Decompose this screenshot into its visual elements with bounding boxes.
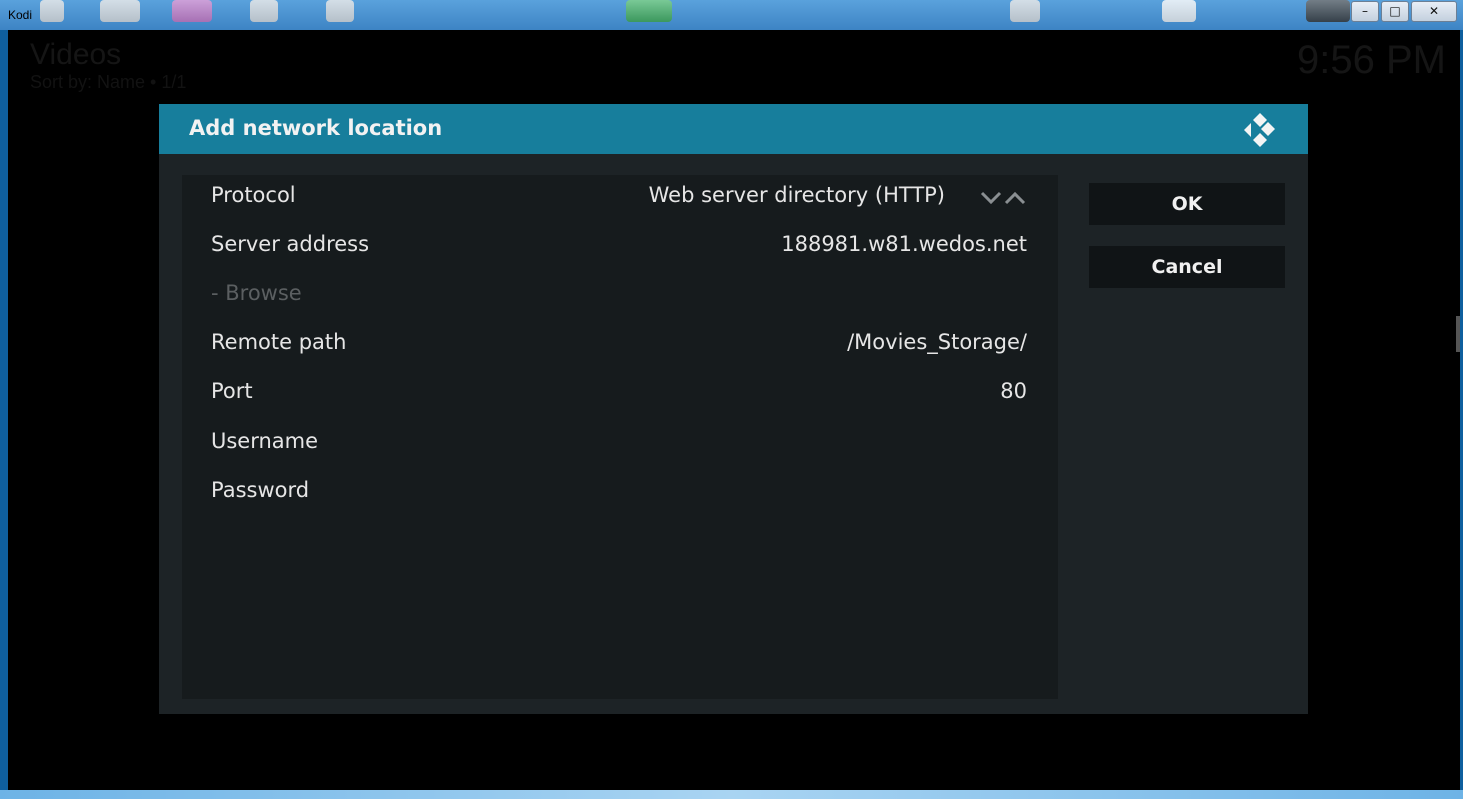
cancel-button[interactable]: Cancel xyxy=(1089,246,1285,288)
window-title-bar[interactable]: Kodi – □ ✕ xyxy=(0,0,1463,30)
kodi-logo-icon xyxy=(1244,113,1275,147)
password-label: Password xyxy=(211,478,310,502)
spin-control-icon[interactable] xyxy=(980,191,1028,205)
port-value: 80 xyxy=(1000,379,1027,403)
remote-path-value: /Movies_Storage/ xyxy=(847,330,1027,354)
server-address-label: Server address xyxy=(211,232,370,256)
setting-row-password[interactable]: Password xyxy=(182,470,1058,516)
settings-list: Protocol Web server directory (HTTP) Ser… xyxy=(182,175,1058,699)
close-button[interactable]: ✕ xyxy=(1411,1,1457,22)
add-network-location-dialog: Add network location Protocol Web server… xyxy=(159,104,1308,714)
setting-row-server-address[interactable]: Server address 188981.w81.wedos.net xyxy=(182,224,1058,270)
setting-row-port[interactable]: Port 80 xyxy=(182,371,1058,417)
scrollbar-handle[interactable] xyxy=(1456,316,1460,352)
protocol-value: Web server directory (HTTP) xyxy=(648,183,945,207)
background-clock: 9:56 PM xyxy=(1297,38,1446,82)
background-section-title: Videos xyxy=(30,38,122,71)
dialog-title: Add network location xyxy=(189,116,443,140)
window-controls: – □ ✕ xyxy=(1349,1,1457,22)
browse-label: - Browse xyxy=(211,281,302,305)
window-title: Kodi xyxy=(8,8,33,22)
ok-button[interactable]: OK xyxy=(1089,183,1285,225)
maximize-button[interactable]: □ xyxy=(1381,1,1409,22)
desktop-icon-5 xyxy=(326,0,354,22)
background-sort-info: Sort by: Name • 1/1 xyxy=(30,72,187,92)
setting-row-remote-path[interactable]: Remote path /Movies_Storage/ xyxy=(182,322,1058,368)
desktop-icon-2 xyxy=(100,0,140,22)
setting-row-username[interactable]: Username xyxy=(182,421,1058,467)
desktop-icon-7 xyxy=(1010,0,1040,22)
desktop-icon-6 xyxy=(626,0,672,22)
minimize-button[interactable]: – xyxy=(1351,1,1379,22)
desktop-icon-3 xyxy=(172,0,212,22)
desktop-icon-4 xyxy=(250,0,278,22)
taskbar-edge xyxy=(0,790,1463,799)
username-label: Username xyxy=(211,429,319,453)
dialog-header: Add network location xyxy=(159,104,1308,154)
port-label: Port xyxy=(211,379,253,403)
protocol-label: Protocol xyxy=(211,183,296,207)
setting-row-browse: - Browse xyxy=(182,273,1058,319)
desktop-icon-9 xyxy=(1306,0,1350,22)
setting-row-protocol[interactable]: Protocol Web server directory (HTTP) xyxy=(182,175,1058,221)
remote-path-label: Remote path xyxy=(211,330,347,354)
desktop-icon-8 xyxy=(1162,0,1196,22)
server-address-value: 188981.w81.wedos.net xyxy=(781,232,1027,256)
desktop-icon-1 xyxy=(40,0,64,22)
